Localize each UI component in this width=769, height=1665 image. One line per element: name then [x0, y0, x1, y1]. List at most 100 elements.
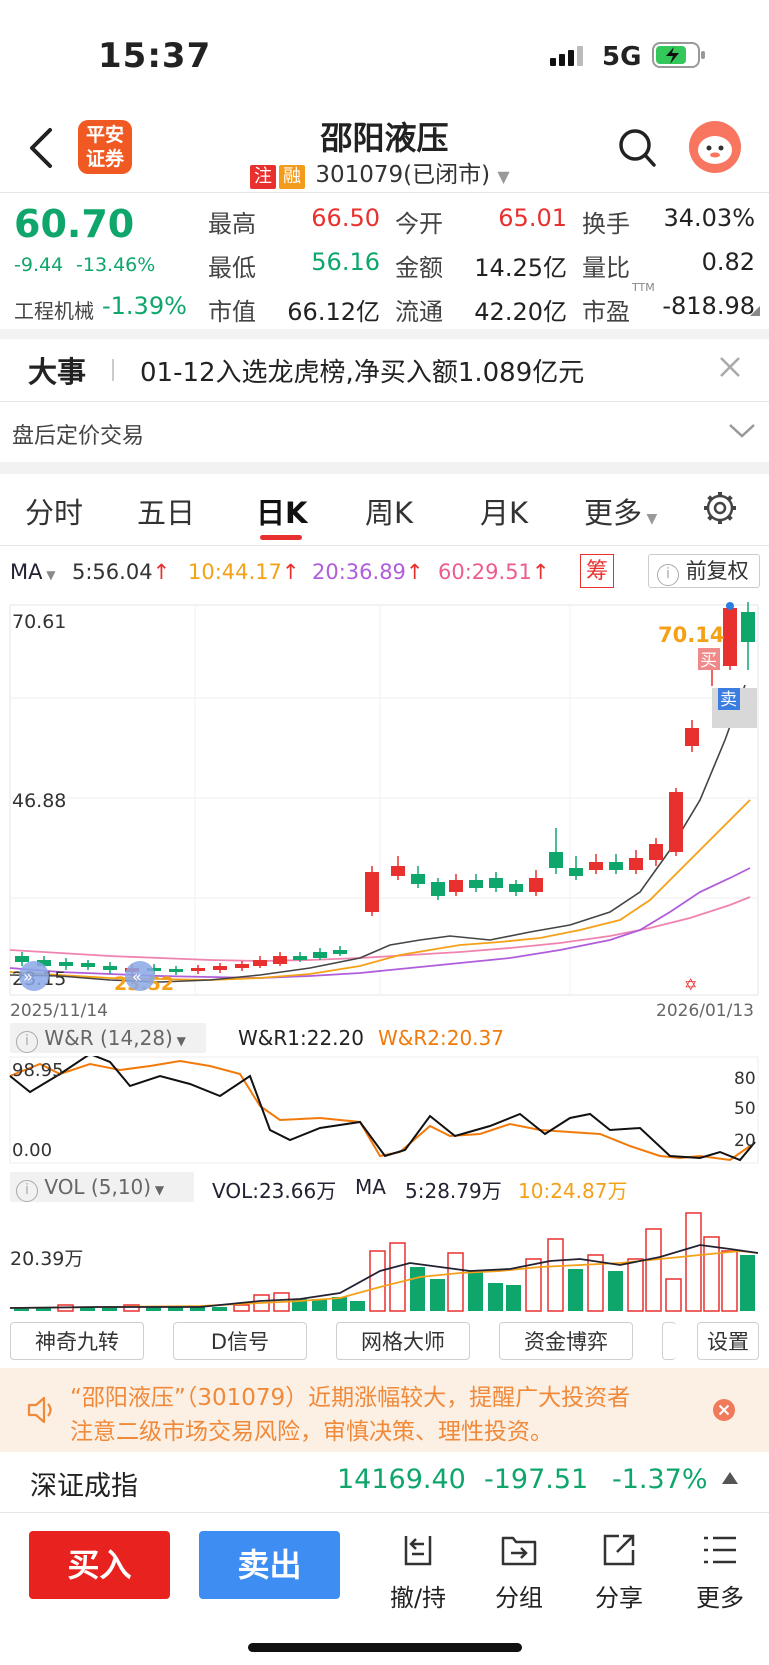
scroll-right-icon[interactable]: «: [125, 961, 155, 991]
candle-body-24: [529, 878, 543, 892]
news-bar[interactable]: 大事 01-12入选龙虎榜,净买入额1.089亿元: [0, 339, 769, 401]
news-label: 大事: [28, 355, 87, 389]
up-arrow-icon: ↑: [531, 560, 550, 584]
stock-subline[interactable]: 注融 301079(已闭市) ▼: [250, 155, 510, 189]
candle-body-23: [509, 884, 523, 892]
sell-button[interactable]: 卖出: [199, 1531, 340, 1599]
candle-body-30: [649, 844, 663, 860]
vol-chart[interactable]: 20.39万: [0, 1205, 769, 1313]
sector-pct: -1.39%: [102, 292, 187, 320]
candle-body-9: [213, 966, 227, 970]
volume-bar-31: [645, 1228, 662, 1312]
after-hours-row[interactable]: 盘后定价交易: [0, 402, 769, 462]
battery-icon: [652, 40, 708, 74]
close-icon[interactable]: [718, 355, 742, 383]
tab-daily-k[interactable]: 日K: [256, 490, 307, 532]
ma5-line: [9, 684, 746, 983]
buy-button[interactable]: 买入: [29, 1531, 170, 1599]
kline-svg: 70.61 46.88 23.15 23.52 70.14 买 卖 ✡ » « …: [9, 602, 759, 1021]
sector-name[interactable]: 工程机械: [14, 295, 94, 324]
tab-more[interactable]: 更多 ▼: [584, 490, 657, 532]
volume-bar-27: [568, 1269, 583, 1311]
volume-bar-26: [547, 1238, 564, 1312]
candle-body-8: [191, 968, 205, 971]
cancel-hold-label[interactable]: 撤/持: [383, 1578, 453, 1613]
tool-partial-item[interactable]: [662, 1322, 676, 1360]
ma60-text: 60:29.51: [438, 560, 532, 584]
dropdown-caret-icon: ▼: [497, 167, 510, 186]
y-axis-top: 70.61: [12, 611, 66, 633]
ma-selector[interactable]: MA ▼: [10, 560, 56, 584]
turnover-value: 34.03%: [663, 204, 755, 232]
adjust-button[interactable]: i 前复权: [648, 554, 760, 588]
group-icon[interactable]: [499, 1530, 539, 1574]
tab-minute[interactable]: 分时: [25, 490, 83, 532]
tool-grid-master[interactable]: 网格大师: [336, 1322, 470, 1360]
cancel-hold-icon[interactable]: [398, 1530, 438, 1574]
tab-more-caret-icon: ▼: [642, 511, 658, 527]
candle-body-20: [449, 880, 463, 892]
news-divider: [112, 359, 114, 381]
ma60-value: 60:29.51↑: [438, 560, 550, 584]
volume-bar-19: [410, 1267, 425, 1311]
vol-caret-icon: ▼: [151, 1183, 165, 1197]
wr-chart[interactable]: 98.95 0.00 80 50 20: [0, 1052, 769, 1166]
tool-nine-turn[interactable]: 神奇九转: [10, 1322, 144, 1360]
search-icon[interactable]: [618, 128, 658, 174]
index-name: 深证成指: [30, 1471, 138, 1502]
candle-body-11: [253, 960, 267, 966]
info-icon: i: [16, 1180, 38, 1202]
date-start: 2025/11/14: [10, 1001, 108, 1020]
vol-bars: [14, 1212, 755, 1312]
scroll-left-icon[interactable]: »: [19, 961, 49, 991]
settings-gear-icon[interactable]: [702, 490, 738, 530]
tool-settings[interactable]: 设置: [697, 1322, 759, 1360]
wr-label: W&R (14,28): [44, 1026, 173, 1050]
ma-caret-icon: ▼: [42, 568, 56, 582]
candle-body-18: [411, 874, 425, 884]
index-change: -197.51: [484, 1464, 589, 1495]
kline-chart[interactable]: 70.61 46.88 23.15 23.52 70.14 买 卖 ✡ » « …: [0, 600, 769, 1021]
tag-rong: 融: [279, 165, 305, 189]
tool-d-signal[interactable]: D信号: [173, 1322, 307, 1360]
tab-weekly-k[interactable]: 周K: [365, 490, 413, 532]
status-time: 15:37: [98, 36, 212, 76]
group-label[interactable]: 分组: [484, 1578, 554, 1613]
open-label: 今开: [395, 210, 443, 238]
up-arrow-icon: ↑: [281, 560, 300, 584]
expand-corner-icon[interactable]: [750, 306, 760, 316]
candle-body-17: [391, 866, 405, 876]
volume-bar-32: [665, 1278, 682, 1312]
wr-svg: 98.95 0.00 80 50 20: [9, 1052, 759, 1164]
share-icon[interactable]: [599, 1530, 639, 1574]
candle-body-22: [489, 878, 503, 888]
candle-body-4: [103, 966, 117, 970]
share-label[interactable]: 分享: [584, 1578, 654, 1613]
vol-y-label: 20.39万: [10, 1248, 83, 1270]
stock-code-status: 301079(已闭市): [315, 162, 491, 188]
svg-text:«: «: [132, 967, 142, 986]
tab-monthly-k[interactable]: 月K: [480, 490, 528, 532]
candle-body-26: [569, 868, 583, 876]
more-menu-icon[interactable]: [700, 1530, 740, 1574]
tool-fund-game[interactable]: 资金博弈: [499, 1322, 633, 1360]
volume-bar-36: [740, 1255, 755, 1311]
more-label[interactable]: 更多: [685, 1578, 755, 1613]
ma-label: MA: [10, 560, 43, 584]
wr-selector[interactable]: i W&R (14,28) ▼: [10, 1023, 206, 1053]
chip-distribution-button[interactable]: 筹: [580, 554, 614, 588]
low-value: 56.16: [311, 248, 380, 276]
volume-bar-10: [233, 1304, 250, 1312]
volume-bar-35: [721, 1250, 738, 1312]
volume-bar-18: [389, 1242, 406, 1312]
volume-bar-20: [430, 1279, 445, 1311]
index-row[interactable]: 深证成指 14169.40 -197.51 -1.37%: [0, 1452, 769, 1510]
close-warning-icon[interactable]: [712, 1398, 736, 1426]
tab-five-day[interactable]: 五日: [137, 490, 195, 532]
pe-label: 市盈: [582, 298, 630, 326]
up-arrow-icon: ↑: [405, 560, 424, 584]
pe-value: -818.98: [662, 292, 755, 320]
avatar-icon[interactable]: [688, 120, 742, 178]
wr-ref-80: 80: [734, 1069, 756, 1089]
vol-selector[interactable]: i VOL (5,10) ▼: [10, 1172, 194, 1202]
